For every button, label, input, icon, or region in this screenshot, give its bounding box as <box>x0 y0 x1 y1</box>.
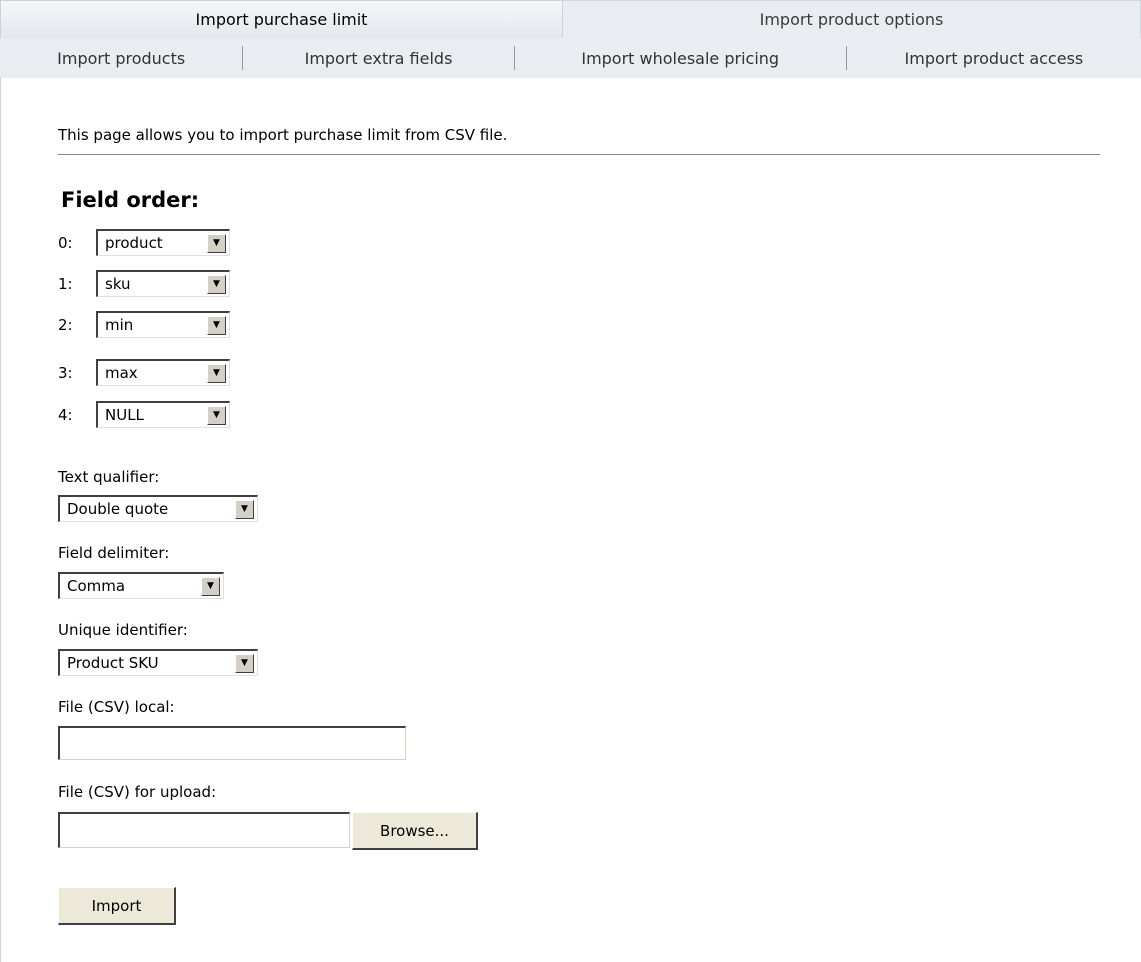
chevron-down-icon[interactable]: ▼ <box>207 274 226 294</box>
select-value: max <box>105 364 138 382</box>
text-qualifier-group: Double quote ▼ <box>58 495 258 522</box>
file-local-label: File (CSV) local: <box>58 698 175 716</box>
field-delimiter-label: Field delimiter: <box>58 544 170 562</box>
unique-identifier-label: Unique identifier: <box>58 621 188 639</box>
tab-label: Import purchase limit <box>195 10 368 29</box>
divider <box>58 154 1100 155</box>
tab-label: Import extra fields <box>304 48 453 68</box>
chevron-down-icon[interactable]: ▼ <box>207 405 226 425</box>
tab-label: Import products <box>57 48 186 68</box>
intro-text: This page allows you to import purchase … <box>58 126 508 144</box>
chevron-down-icon[interactable]: ▼ <box>207 233 226 253</box>
field-delimiter-group: Comma ▼ <box>58 572 224 599</box>
field-order-index: 1: <box>58 274 73 293</box>
chevron-down-icon[interactable]: ▼ <box>207 315 226 335</box>
tab-import-product-options[interactable]: Import product options <box>563 0 1141 38</box>
browse-button-label: Browse... <box>380 821 449 840</box>
browse-button[interactable]: Browse... <box>352 812 478 850</box>
chevron-down-icon[interactable]: ▼ <box>207 363 226 383</box>
content-border <box>0 78 1 962</box>
field-order-row: 4: NULL ▼ <box>58 401 230 428</box>
field-order-select-0[interactable]: product ▼ <box>96 229 230 256</box>
tab-import-wholesale-pricing[interactable]: Import wholesale pricing <box>515 38 846 78</box>
field-order-index: 0: <box>58 233 73 252</box>
field-order-select-2[interactable]: min ▼ <box>96 311 230 338</box>
import-button[interactable]: Import <box>58 887 176 925</box>
field-order-row: 0: product ▼ <box>58 229 230 256</box>
select-value: min <box>105 316 134 334</box>
chevron-down-icon[interactable]: ▼ <box>235 499 254 519</box>
field-order-index: 4: <box>58 405 73 424</box>
field-order-select-4[interactable]: NULL ▼ <box>96 401 230 428</box>
tab-import-extra-fields[interactable]: Import extra fields <box>243 38 513 78</box>
unique-identifier-group: Product SKU ▼ <box>58 649 258 676</box>
chevron-down-icon[interactable]: ▼ <box>235 653 254 673</box>
select-value: NULL <box>105 406 144 424</box>
import-group: Import <box>58 887 176 925</box>
file-upload-group: Browse... <box>58 812 478 850</box>
field-order-row: 2: min ▼ <box>58 311 230 338</box>
field-order-select-3[interactable]: max ▼ <box>96 359 230 386</box>
file-local-input[interactable] <box>58 726 406 760</box>
tab-row-main: Import purchase limit Import product opt… <box>0 0 1141 38</box>
tab-label: Import product access <box>904 48 1084 68</box>
text-qualifier-label: Text qualifier: <box>58 468 160 486</box>
file-upload-label: File (CSV) for upload: <box>58 783 217 801</box>
tab-label: Import wholesale pricing <box>581 48 780 68</box>
file-upload-input[interactable] <box>58 812 350 848</box>
select-value: Product SKU <box>67 654 159 672</box>
unique-identifier-select[interactable]: Product SKU ▼ <box>58 649 258 676</box>
file-local-group <box>58 726 406 760</box>
field-order-heading: Field order: <box>61 188 200 212</box>
select-value: Comma <box>67 577 126 595</box>
tab-label: Import product options <box>759 10 944 29</box>
field-order-select-1[interactable]: sku ▼ <box>96 270 230 297</box>
tab-row-sub: Import products Import extra fields Impo… <box>0 38 1141 78</box>
field-order-index: 2: <box>58 315 73 334</box>
field-order-row: 3: max ▼ <box>58 359 230 386</box>
text-qualifier-select[interactable]: Double quote ▼ <box>58 495 258 522</box>
import-button-label: Import <box>91 896 142 915</box>
select-value: sku <box>105 275 131 293</box>
field-order-row: 1: sku ▼ <box>58 270 230 297</box>
field-delimiter-select[interactable]: Comma ▼ <box>58 572 224 599</box>
tab-import-purchase-limit[interactable]: Import purchase limit <box>0 0 563 38</box>
select-value: Double quote <box>67 500 169 518</box>
field-order-index: 3: <box>58 363 73 382</box>
chevron-down-icon[interactable]: ▼ <box>201 576 220 596</box>
select-value: product <box>105 234 163 252</box>
tab-import-product-access[interactable]: Import product access <box>847 38 1141 78</box>
tab-import-products[interactable]: Import products <box>0 38 242 78</box>
